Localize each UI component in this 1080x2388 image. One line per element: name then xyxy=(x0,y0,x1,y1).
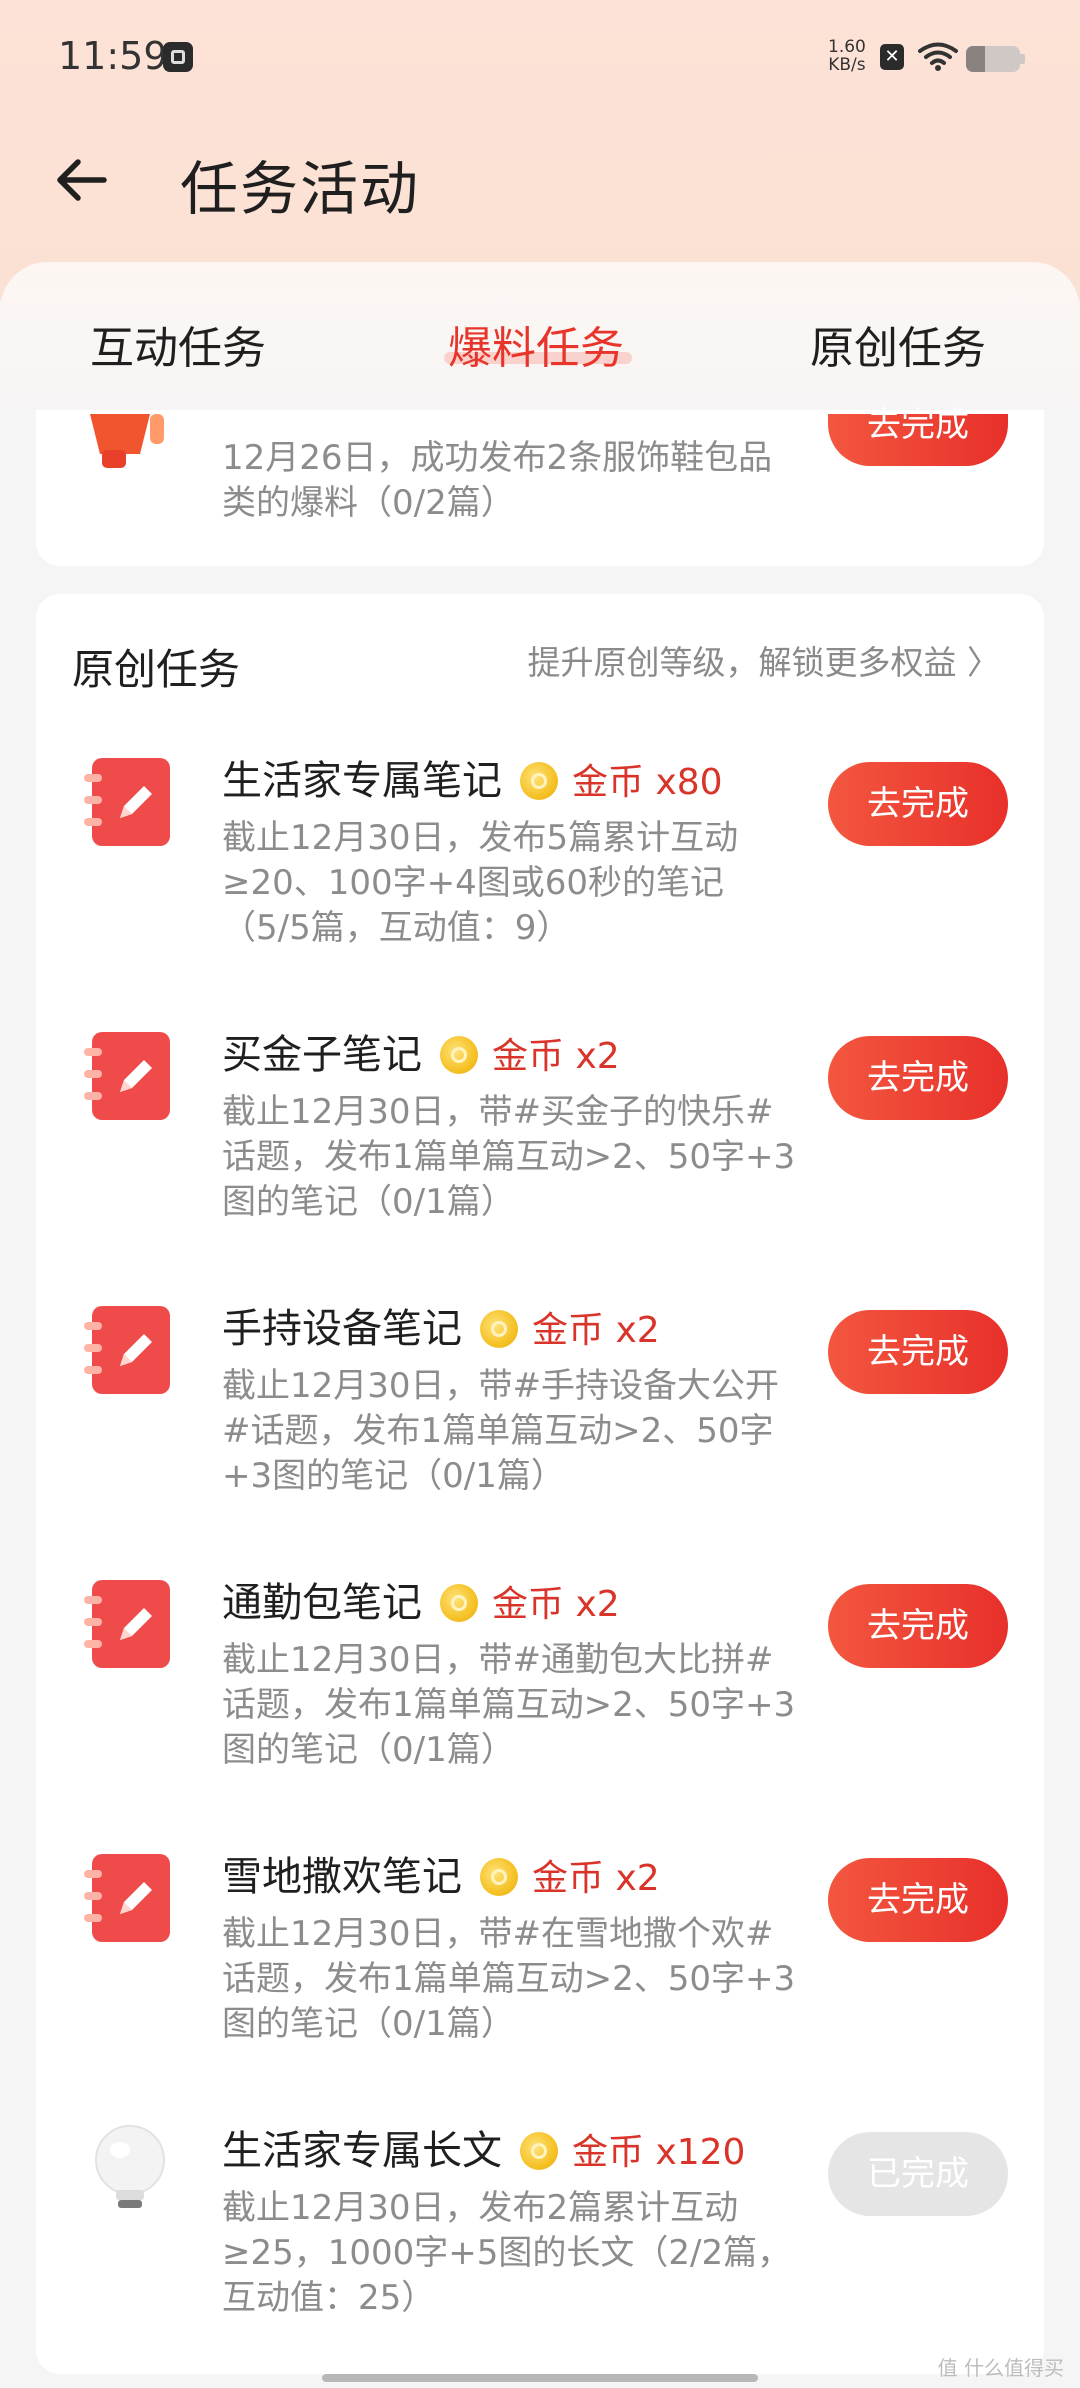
lightbulb-icon xyxy=(95,2125,165,2208)
note-pencil-icon xyxy=(84,1032,170,1120)
net-speed-unit: KB/s xyxy=(828,55,866,75)
note-pencil-icon xyxy=(84,758,170,846)
task-complete-button[interactable]: 去完成 xyxy=(828,1858,1008,1942)
task-desc: 截止12月30日，发布2篇累计互动≥25，1000字+5图的长文（2/2篇，互动… xyxy=(222,2188,792,2318)
task-title: 生活家专属笔记 金币 x80 xyxy=(222,748,723,806)
megaphone-icon xyxy=(90,414,164,468)
tab-tips[interactable]: 爆料任务 xyxy=(448,312,624,376)
task-reward: 金币 x80 xyxy=(572,762,723,803)
gold-coin-icon xyxy=(440,1036,478,1074)
note-pencil-icon xyxy=(84,1306,170,1394)
gold-coin-icon xyxy=(480,1858,518,1896)
task-title: 生活家专属长文 金币 x120 xyxy=(222,2118,745,2176)
task-title-text: 生活家专属笔记 xyxy=(222,758,502,804)
task-desc: 截止12月30日，发布5篇累计互动≥20、100字+4图或60秒的笔记（5/5篇… xyxy=(222,818,739,948)
watermark: 值 什么值得买 xyxy=(937,2356,1064,2380)
upgrade-original-level-link[interactable]: 提升原创等级，解锁更多权益 〉 xyxy=(528,636,1001,684)
partial-task-complete-button[interactable]: 去完成 xyxy=(828,408,1008,466)
task-title: 雪地撒欢笔记 金币 x2 xyxy=(222,1844,660,1902)
note-pencil-icon xyxy=(84,1580,170,1668)
battery-icon xyxy=(966,46,1020,72)
task-completed-button: 已完成 xyxy=(828,2132,1008,2216)
gold-coin-icon xyxy=(520,2132,558,2170)
task-complete-button[interactable]: 去完成 xyxy=(828,1584,1008,1668)
status-time: 11:59 xyxy=(58,34,168,78)
app-notification-icon xyxy=(163,42,193,72)
battery-level xyxy=(966,46,985,72)
task-desc: 截止12月30日，带#通勤包大比拼#话题，发布1篇单篇互动>2、50字+3图的笔… xyxy=(222,1640,796,1770)
back-arrow-icon[interactable] xyxy=(52,150,112,210)
task-desc: 截止12月30日，带#在雪地撒个欢#话题，发布1篇单篇互动>2、50字+3图的笔… xyxy=(222,1914,796,2044)
tab-interaction[interactable]: 互动任务 xyxy=(90,312,266,376)
task-complete-button[interactable]: 去完成 xyxy=(828,1310,1008,1394)
status-bar: 11:59 1.60 KB/s ✕ xyxy=(0,0,1080,118)
battery-tip xyxy=(1020,54,1025,64)
gold-coin-icon xyxy=(480,1310,518,1348)
task-title: 买金子笔记 金币 x2 xyxy=(222,1022,620,1080)
task-title-text: 通勤包笔记 xyxy=(222,1580,422,1626)
section-title: 原创任务 xyxy=(72,645,241,694)
task-reward: 金币 x2 xyxy=(532,1310,660,1351)
page-title: 任务活动 xyxy=(180,155,421,223)
tab-original[interactable]: 原创任务 xyxy=(810,312,986,376)
gold-coin-icon xyxy=(520,762,558,800)
gold-coin-icon xyxy=(440,1584,478,1622)
task-reward: 金币 x2 xyxy=(532,1858,660,1899)
net-speed-value: 1.60 xyxy=(828,37,866,57)
task-title: 通勤包笔记 金币 x2 xyxy=(222,1570,620,1628)
task-reward: 金币 x2 xyxy=(492,1036,620,1077)
task-title-text: 手持设备笔记 xyxy=(222,1306,462,1352)
home-indicator[interactable] xyxy=(322,2374,758,2382)
close-badge-icon: ✕ xyxy=(880,44,904,70)
task-desc: 截止12月30日，带#手持设备大公开#话题，发布1篇单篇互动>2、50字+3图的… xyxy=(222,1366,780,1496)
task-title: 手持设备笔记 金币 x2 xyxy=(222,1296,660,1354)
task-title-text: 买金子笔记 xyxy=(222,1032,422,1078)
wifi-icon xyxy=(918,42,958,71)
partial-task-desc: 12月26日，成功发布2条服饰鞋包品类的爆料（0/2篇） xyxy=(222,438,773,523)
task-reward: 金币 x2 xyxy=(492,1584,620,1625)
task-title-text: 雪地撒欢笔记 xyxy=(222,1854,462,1900)
task-title-text: 生活家专属长文 xyxy=(222,2128,502,2174)
task-complete-button[interactable]: 去完成 xyxy=(828,762,1008,846)
task-desc: 截止12月30日，带#买金子的快乐#话题，发布1篇单篇互动>2、50字+3图的笔… xyxy=(222,1092,796,1222)
note-pencil-icon xyxy=(84,1854,170,1942)
net-speed: 1.60 KB/s xyxy=(828,38,866,74)
task-reward: 金币 x120 xyxy=(572,2132,746,2173)
task-complete-button[interactable]: 去完成 xyxy=(828,1036,1008,1120)
